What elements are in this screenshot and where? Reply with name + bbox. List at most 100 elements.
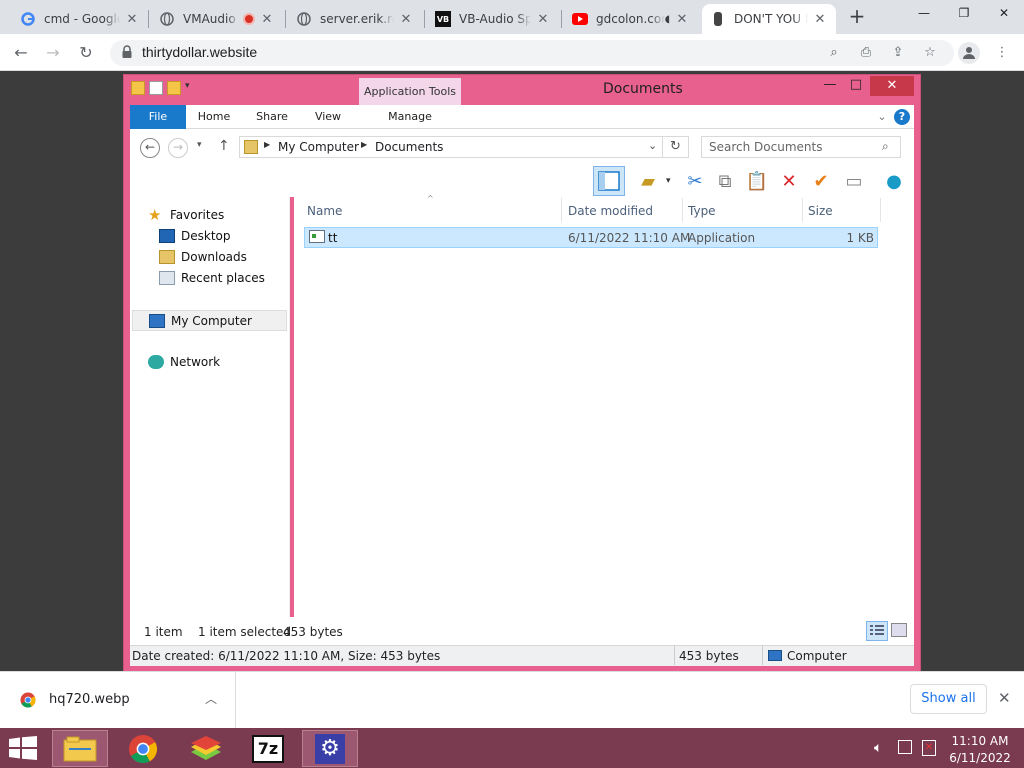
close-tab-icon[interactable]: ✕ [124,12,140,27]
recent-locations-icon[interactable]: ▾ [197,140,202,150]
close-tab-icon[interactable]: ✕ [812,12,828,27]
column-divider[interactable] [561,198,562,222]
close-tab-icon[interactable]: ✕ [535,12,551,27]
close-window-button[interactable]: ✕ [984,0,1024,28]
application-tools-label: Application Tools [359,78,461,105]
folder-icon[interactable] [131,81,145,95]
item-count: 1 item [144,625,183,639]
close-shelf-icon[interactable]: ✕ [998,689,1011,707]
explorer-maximize-button[interactable]: □ [844,76,868,96]
refresh-button[interactable]: ↻ [663,136,689,158]
show-all-button[interactable]: Show all [910,684,987,714]
menu-kebab-icon[interactable]: ⋮ [992,43,1012,63]
tab-manage[interactable]: Manage [380,105,440,129]
browser-tab-6[interactable]: DON'T YOU L ✕ [702,4,836,34]
taskbar-settings[interactable]: ⚙ [302,730,358,767]
download-item[interactable]: hq720.webp ︿ [0,672,236,728]
search-icon[interactable]: ⌕ [882,139,889,154]
download-filename: hq720.webp [49,692,130,707]
column-divider[interactable] [802,198,803,222]
browser-tab-3[interactable]: server.erik.red ✕ [288,4,422,34]
check-icon[interactable]: ✔ [807,168,835,196]
bookmark-star-icon[interactable]: ☆ [920,43,940,63]
cut-icon[interactable]: ✂ [681,168,709,196]
up-arrow-icon[interactable]: ↑ [218,138,230,154]
close-tab-icon[interactable]: ✕ [674,12,690,27]
back-button[interactable]: ← [10,42,32,64]
clock-date: 6/11/2022 [949,751,1011,765]
taskbar-bluestacks[interactable] [178,730,234,767]
file-name[interactable]: tt [328,231,337,245]
nav-my-computer[interactable]: My Computer [132,310,287,331]
back-arrow-icon[interactable]: ← [140,138,160,158]
expand-ribbon-icon[interactable]: ⌄ [874,105,890,129]
tab-share[interactable]: Share [250,105,294,129]
column-header-date-modified[interactable]: Date modified [568,200,678,222]
close-tab-icon[interactable]: ✕ [398,12,414,27]
chevron-down-icon[interactable]: ▾ [185,81,190,95]
help-icon[interactable]: ? [894,109,910,125]
details-size: 453 bytes [679,649,739,663]
copy-icon[interactable]: ⧉ [711,168,739,196]
nav-network[interactable]: Network [148,352,220,372]
minimize-button[interactable]: — [904,0,944,28]
share-icon[interactable]: ⇪ [888,43,908,63]
rename-icon[interactable]: ▭ [840,168,868,196]
chevron-down-icon[interactable]: ⌄ [648,139,657,152]
column-header-size[interactable]: Size [808,200,878,222]
close-tab-icon[interactable]: ✕ [259,12,275,27]
network-status-icon[interactable] [898,740,912,754]
search-box[interactable]: Search Documents ⌕ [701,136,901,158]
delete-icon[interactable]: ✕ [775,168,803,196]
chevron-down-icon[interactable]: ▾ [666,176,671,186]
large-icons-view-icon[interactable] [891,623,907,637]
browser-tab-5[interactable]: gdcolon.com ◖ ✕ [564,4,698,34]
column-divider[interactable] [880,198,881,222]
column-header-name[interactable]: Name [307,200,557,222]
tab-home[interactable]: Home [192,105,236,129]
nav-desktop-label: Desktop [181,229,231,243]
zoom-icon[interactable]: ⌕ [824,43,844,63]
tab-view[interactable]: View [306,105,350,129]
taskbar-chrome[interactable] [115,730,171,767]
url-text[interactable]: thirtydollar.website [142,44,257,60]
paste-icon[interactable]: 📋 [743,168,771,196]
nav-desktop[interactable]: Desktop [159,226,231,246]
browser-tab-4[interactable]: VB VB-Audio Spe ✕ [427,4,559,34]
breadcrumb-my-computer[interactable]: My Computer [278,140,359,154]
taskbar-clock[interactable]: 11:10 AM 6/11/2022 [940,733,1020,767]
browser-tab-2[interactable]: VMAudio ✕ [151,4,283,34]
details-view-icon[interactable] [866,621,888,641]
explorer-minimize-button[interactable]: — [818,76,842,96]
action-center-icon[interactable]: ✕ [922,740,936,756]
new-tab-button[interactable]: + [846,6,868,28]
browser-tab-1[interactable]: cmd - Google ✕ [12,4,148,34]
lock-icon[interactable] [121,45,133,59]
nav-recent-places[interactable]: Recent places [159,268,265,288]
tab-file[interactable]: File [130,105,186,129]
speaker-icon[interactable]: 🔈︎ [874,740,882,756]
reload-button[interactable]: ↻ [75,42,97,64]
nav-downloads[interactable]: Downloads [159,247,247,267]
new-folder-icon[interactable]: ▰ [634,168,662,196]
windows-start-icon[interactable] [9,736,37,763]
install-icon[interactable]: ⎙ [856,43,876,63]
taskbar-file-explorer[interactable] [52,730,108,767]
preview-pane-icon[interactable] [593,166,625,196]
divider [762,646,763,665]
properties-icon[interactable] [149,81,163,95]
forward-button[interactable]: → [42,42,64,64]
globe-icon[interactable]: ● [880,168,908,196]
explorer-close-button[interactable]: ✕ [870,76,914,96]
profile-avatar[interactable] [958,42,980,64]
forward-arrow-icon[interactable]: → [168,138,188,158]
chevron-up-icon[interactable]: ︿ [205,690,217,707]
restore-button[interactable]: ❐ [944,0,984,28]
nav-favorites[interactable]: ★ Favorites [148,205,224,225]
breadcrumb[interactable]: ▶ My Computer ▶ Documents ⌄ [239,136,663,158]
column-divider[interactable] [682,198,683,222]
new-folder-icon[interactable] [167,81,181,95]
column-header-type[interactable]: Type [688,200,798,222]
taskbar-7zip[interactable]: 7z [240,730,296,767]
breadcrumb-documents[interactable]: Documents [375,140,443,154]
